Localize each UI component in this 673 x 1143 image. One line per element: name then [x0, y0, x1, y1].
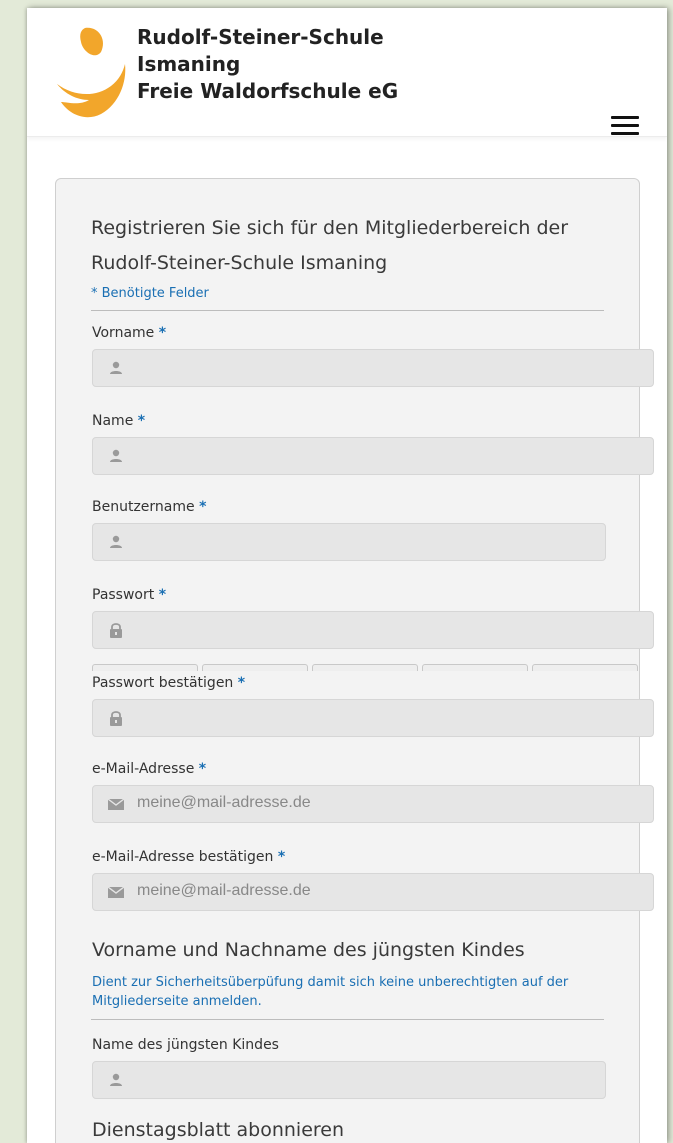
strength-segment [312, 664, 418, 671]
form-heading: Registrieren Sie sich für den Mitglieder… [91, 217, 569, 274]
user-icon [110, 449, 122, 462]
child-section-help: Dient zur Sicherheitsüberpüfung damit si… [92, 975, 569, 1009]
email-placeholder: meine@mail-adresse.de [137, 794, 311, 811]
label-email-bestaetigen: e-Mail-Adresse bestätigen * [92, 849, 286, 865]
school-logo[interactable] [55, 22, 135, 122]
site-title-line-3: Freie Waldorfschule eG [137, 79, 399, 103]
hamburger-menu-icon[interactable] [611, 116, 639, 138]
email-bestaetigen-placeholder: meine@mail-adresse.de [137, 882, 311, 899]
divider [91, 310, 604, 311]
child-section-heading: Vorname und Nachname des jüngsten Kindes [92, 939, 525, 961]
strength-segment [92, 664, 198, 671]
email-input[interactable]: meine@mail-adresse.de [92, 785, 654, 823]
strength-segment [532, 664, 638, 671]
name-input[interactable] [92, 437, 654, 475]
divider [91, 1019, 604, 1020]
label-vorname: Vorname * [92, 325, 167, 341]
site-header: Rudolf-Steiner-Schule Ismaning Freie Wal… [27, 8, 667, 137]
registration-form: Registrieren Sie sich für den Mitglieder… [55, 178, 654, 1143]
user-icon [110, 535, 122, 548]
required-fields-note: * Benötigte Felder [91, 286, 209, 301]
label-name: Name * [92, 413, 146, 429]
label-benutzername: Benutzername * [92, 499, 207, 515]
newsletter-section-heading: Dienstagsblatt abonnieren [92, 1119, 345, 1141]
passwort-input[interactable] [92, 611, 654, 649]
password-strength-meter [92, 664, 642, 672]
site-title-line-2: Ismaning [137, 52, 241, 76]
mail-icon [107, 798, 125, 810]
user-icon [110, 361, 122, 374]
label-passwort-bestaetigen: Passwort bestätigen * [92, 675, 246, 691]
jungstes-kind-input[interactable] [92, 1061, 606, 1099]
passwort-bestaetigen-input[interactable] [92, 699, 654, 737]
label-passwort: Passwort * [92, 587, 167, 603]
vorname-input[interactable] [92, 349, 654, 387]
user-icon [110, 1073, 122, 1086]
mobile-viewport: Rudolf-Steiner-Schule Ismaning Freie Wal… [27, 8, 667, 1143]
label-email: e-Mail-Adresse * [92, 761, 207, 777]
email-bestaetigen-input[interactable]: meine@mail-adresse.de [92, 873, 654, 911]
mail-icon [107, 886, 125, 898]
label-jungstes-kind: Name des jüngsten Kindes [92, 1037, 279, 1053]
lock-icon [110, 711, 122, 726]
site-title-line-1: Rudolf-Steiner-Schule [137, 25, 384, 49]
strength-segment [202, 664, 308, 671]
strength-segment [422, 664, 528, 671]
benutzername-input[interactable] [92, 523, 606, 561]
lock-icon [110, 623, 122, 638]
site-title[interactable]: Rudolf-Steiner-Schule Ismaning Freie Wal… [137, 24, 398, 105]
